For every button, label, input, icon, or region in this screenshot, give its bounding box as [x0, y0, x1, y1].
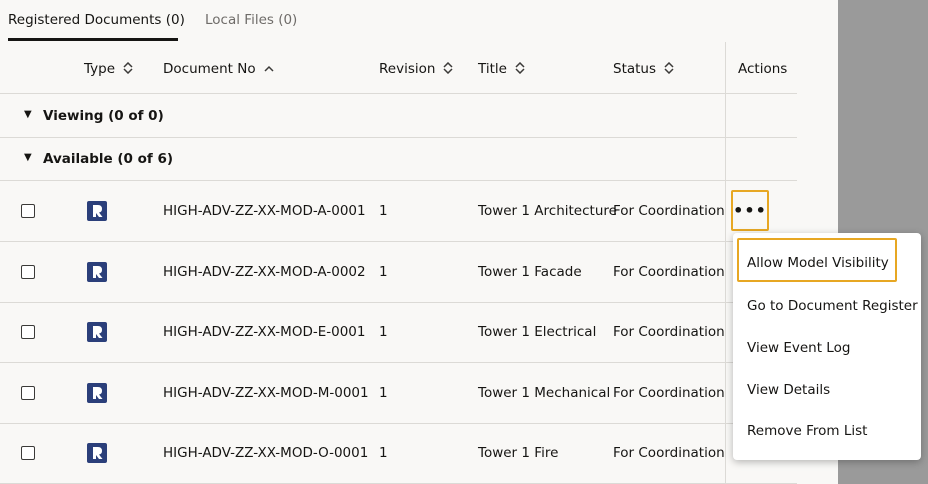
revit-model-icon	[87, 383, 107, 403]
cell-status: For Coordination	[613, 385, 725, 401]
more-icon: •••	[733, 201, 767, 220]
cell-revision: 1	[379, 203, 388, 219]
group-label: Viewing (0 of 0)	[43, 108, 164, 124]
column-header-type[interactable]: Type	[84, 61, 133, 77]
sort-icon	[123, 61, 133, 76]
actions-menu: Allow Model Visibility Go to Document Re…	[733, 233, 921, 460]
documents-panel: Registered Documents (0) Local Files (0)…	[0, 0, 838, 484]
row-checkbox[interactable]	[21, 325, 35, 339]
column-header-title-label: Title	[478, 61, 507, 77]
menu-item-view-details[interactable]: View Details	[747, 382, 830, 398]
sort-ascending-icon	[264, 64, 274, 75]
cell-revision: 1	[379, 264, 388, 280]
menu-item-allow-model-visibility[interactable]: Allow Model Visibility	[747, 255, 889, 271]
cell-status: For Coordination	[613, 324, 725, 340]
cell-title: Tower 1 Electrical	[478, 324, 597, 340]
cell-status: For Coordination	[613, 264, 725, 280]
group-viewing[interactable]: ▼ Viewing (0 of 0)	[0, 95, 797, 138]
tab-local-files[interactable]: Local Files (0)	[205, 12, 297, 28]
cell-document-no: HIGH-ADV-ZZ-XX-MOD-E-0001	[163, 324, 366, 340]
revit-model-icon	[87, 262, 107, 282]
expand-caret-icon: ▼	[24, 109, 32, 120]
cell-title: Tower 1 Facade	[478, 264, 582, 280]
expand-caret-icon: ▼	[24, 152, 32, 163]
cell-status: For Coordination	[613, 445, 725, 461]
revit-model-icon	[87, 322, 107, 342]
cell-title: Tower 1 Fire	[478, 445, 559, 461]
sort-icon	[664, 61, 674, 76]
table-row: HIGH-ADV-ZZ-XX-MOD-M-0001 1 Tower 1 Mech…	[0, 363, 797, 424]
row-checkbox[interactable]	[21, 446, 35, 460]
active-tab-indicator	[8, 38, 178, 41]
column-header-document-no[interactable]: Document No	[163, 61, 274, 77]
menu-item-go-to-document-register[interactable]: Go to Document Register	[747, 298, 918, 314]
table-header: Type Document No Revision Title Status A…	[0, 42, 797, 94]
menu-item-view-event-log[interactable]: View Event Log	[747, 340, 850, 356]
table-row: HIGH-ADV-ZZ-XX-MOD-A-0002 1 Tower 1 Faca…	[0, 242, 797, 303]
cell-title: Tower 1 Mechanical	[478, 385, 611, 401]
cell-revision: 1	[379, 324, 388, 340]
revit-model-icon	[87, 443, 107, 463]
column-header-actions-label: Actions	[738, 61, 788, 77]
column-header-actions: Actions	[738, 61, 787, 77]
table-row: HIGH-ADV-ZZ-XX-MOD-E-0001 1 Tower 1 Elec…	[0, 302, 797, 363]
cell-revision: 1	[379, 385, 388, 401]
group-label: Available (0 of 6)	[43, 151, 174, 167]
cell-document-no: HIGH-ADV-ZZ-XX-MOD-A-0001	[163, 203, 366, 219]
cell-revision: 1	[379, 445, 388, 461]
sort-icon	[515, 61, 525, 76]
more-actions-button[interactable]: •••	[731, 190, 769, 231]
column-header-document-no-label: Document No	[163, 61, 256, 77]
cell-title: Tower 1 Architecture	[478, 203, 617, 219]
sort-icon	[443, 61, 453, 76]
row-checkbox[interactable]	[21, 265, 35, 279]
cell-document-no: HIGH-ADV-ZZ-XX-MOD-A-0002	[163, 264, 366, 280]
group-available[interactable]: ▼ Available (0 of 6)	[0, 138, 797, 181]
cell-document-no: HIGH-ADV-ZZ-XX-MOD-O-0001	[163, 445, 369, 461]
column-header-revision[interactable]: Revision	[379, 61, 453, 77]
column-header-status[interactable]: Status	[613, 61, 674, 77]
row-checkbox[interactable]	[21, 204, 35, 218]
tab-registered-documents[interactable]: Registered Documents (0)	[8, 12, 185, 28]
column-header-title[interactable]: Title	[478, 61, 525, 77]
column-header-revision-label: Revision	[379, 61, 436, 77]
row-checkbox[interactable]	[21, 386, 35, 400]
table-row: HIGH-ADV-ZZ-XX-MOD-O-0001 1 Tower 1 Fire…	[0, 423, 797, 484]
actions-column-divider	[725, 42, 726, 484]
cell-status: For Coordination	[613, 203, 725, 219]
cell-document-no: HIGH-ADV-ZZ-XX-MOD-M-0001	[163, 385, 369, 401]
column-header-status-label: Status	[613, 61, 657, 77]
revit-model-icon	[87, 201, 107, 221]
table-row: HIGH-ADV-ZZ-XX-MOD-A-0001 1 Tower 1 Arch…	[0, 181, 797, 242]
column-header-type-label: Type	[84, 61, 116, 77]
menu-item-remove-from-list[interactable]: Remove From List	[747, 423, 867, 439]
